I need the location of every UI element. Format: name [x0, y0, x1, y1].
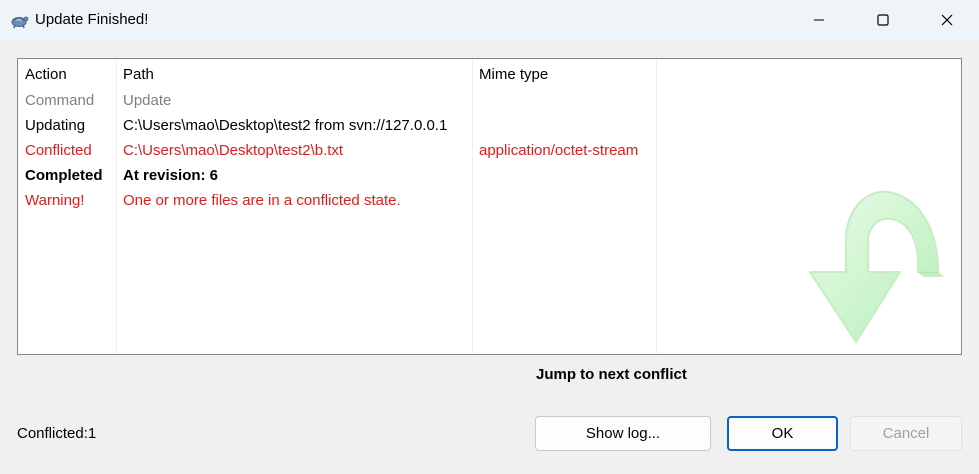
cancel-button[interactable]: Cancel — [850, 416, 962, 451]
row-action: Warning! — [25, 192, 85, 209]
minimize-icon — [814, 19, 824, 21]
row-path: Update — [123, 92, 172, 109]
close-icon — [941, 14, 953, 26]
list-row-conflicted[interactable]: Conflicted C:\Users\mao\Desktop\test2\b.… — [18, 142, 961, 167]
row-action: Conflicted — [25, 142, 92, 159]
curved-arrow-down-icon — [809, 190, 944, 343]
maximize-icon — [877, 14, 889, 26]
show-log-button[interactable]: Show log... — [535, 416, 711, 451]
row-mime-type: application/octet-stream — [479, 142, 639, 159]
tortoise-icon — [11, 16, 29, 29]
title-bar: Update Finished! — [0, 0, 979, 40]
row-action: Completed — [25, 167, 103, 184]
list-row-updating[interactable]: Updating C:\Users\mao\Desktop\test2 from… — [18, 117, 961, 142]
minimize-button[interactable] — [787, 0, 851, 40]
column-header-path[interactable]: Path — [123, 66, 154, 83]
window-title: Update Finished! — [35, 11, 149, 28]
close-button[interactable] — [915, 0, 979, 40]
column-header-action[interactable]: Action — [25, 66, 67, 83]
update-results-list[interactable]: Action Path Mime type Command Update Upd… — [17, 58, 962, 355]
row-path: At revision: 6 — [123, 167, 219, 184]
jump-to-next-conflict-button[interactable]: Jump to next conflict — [536, 366, 687, 383]
maximize-button[interactable] — [851, 0, 915, 40]
row-path: One or more files are in a conflicted st… — [123, 192, 401, 209]
conflict-count-status: Conflicted:1 — [17, 425, 97, 442]
ok-button[interactable]: OK — [727, 416, 838, 451]
list-row-command[interactable]: Command Update — [18, 92, 961, 117]
row-path: C:\Users\mao\Desktop\test2\b.txt — [123, 142, 344, 159]
row-action: Command — [25, 92, 95, 109]
row-path: C:\Users\mao\Desktop\test2 from svn://12… — [123, 117, 448, 134]
row-action: Updating — [25, 117, 86, 134]
column-header-mime-type[interactable]: Mime type — [479, 66, 548, 83]
